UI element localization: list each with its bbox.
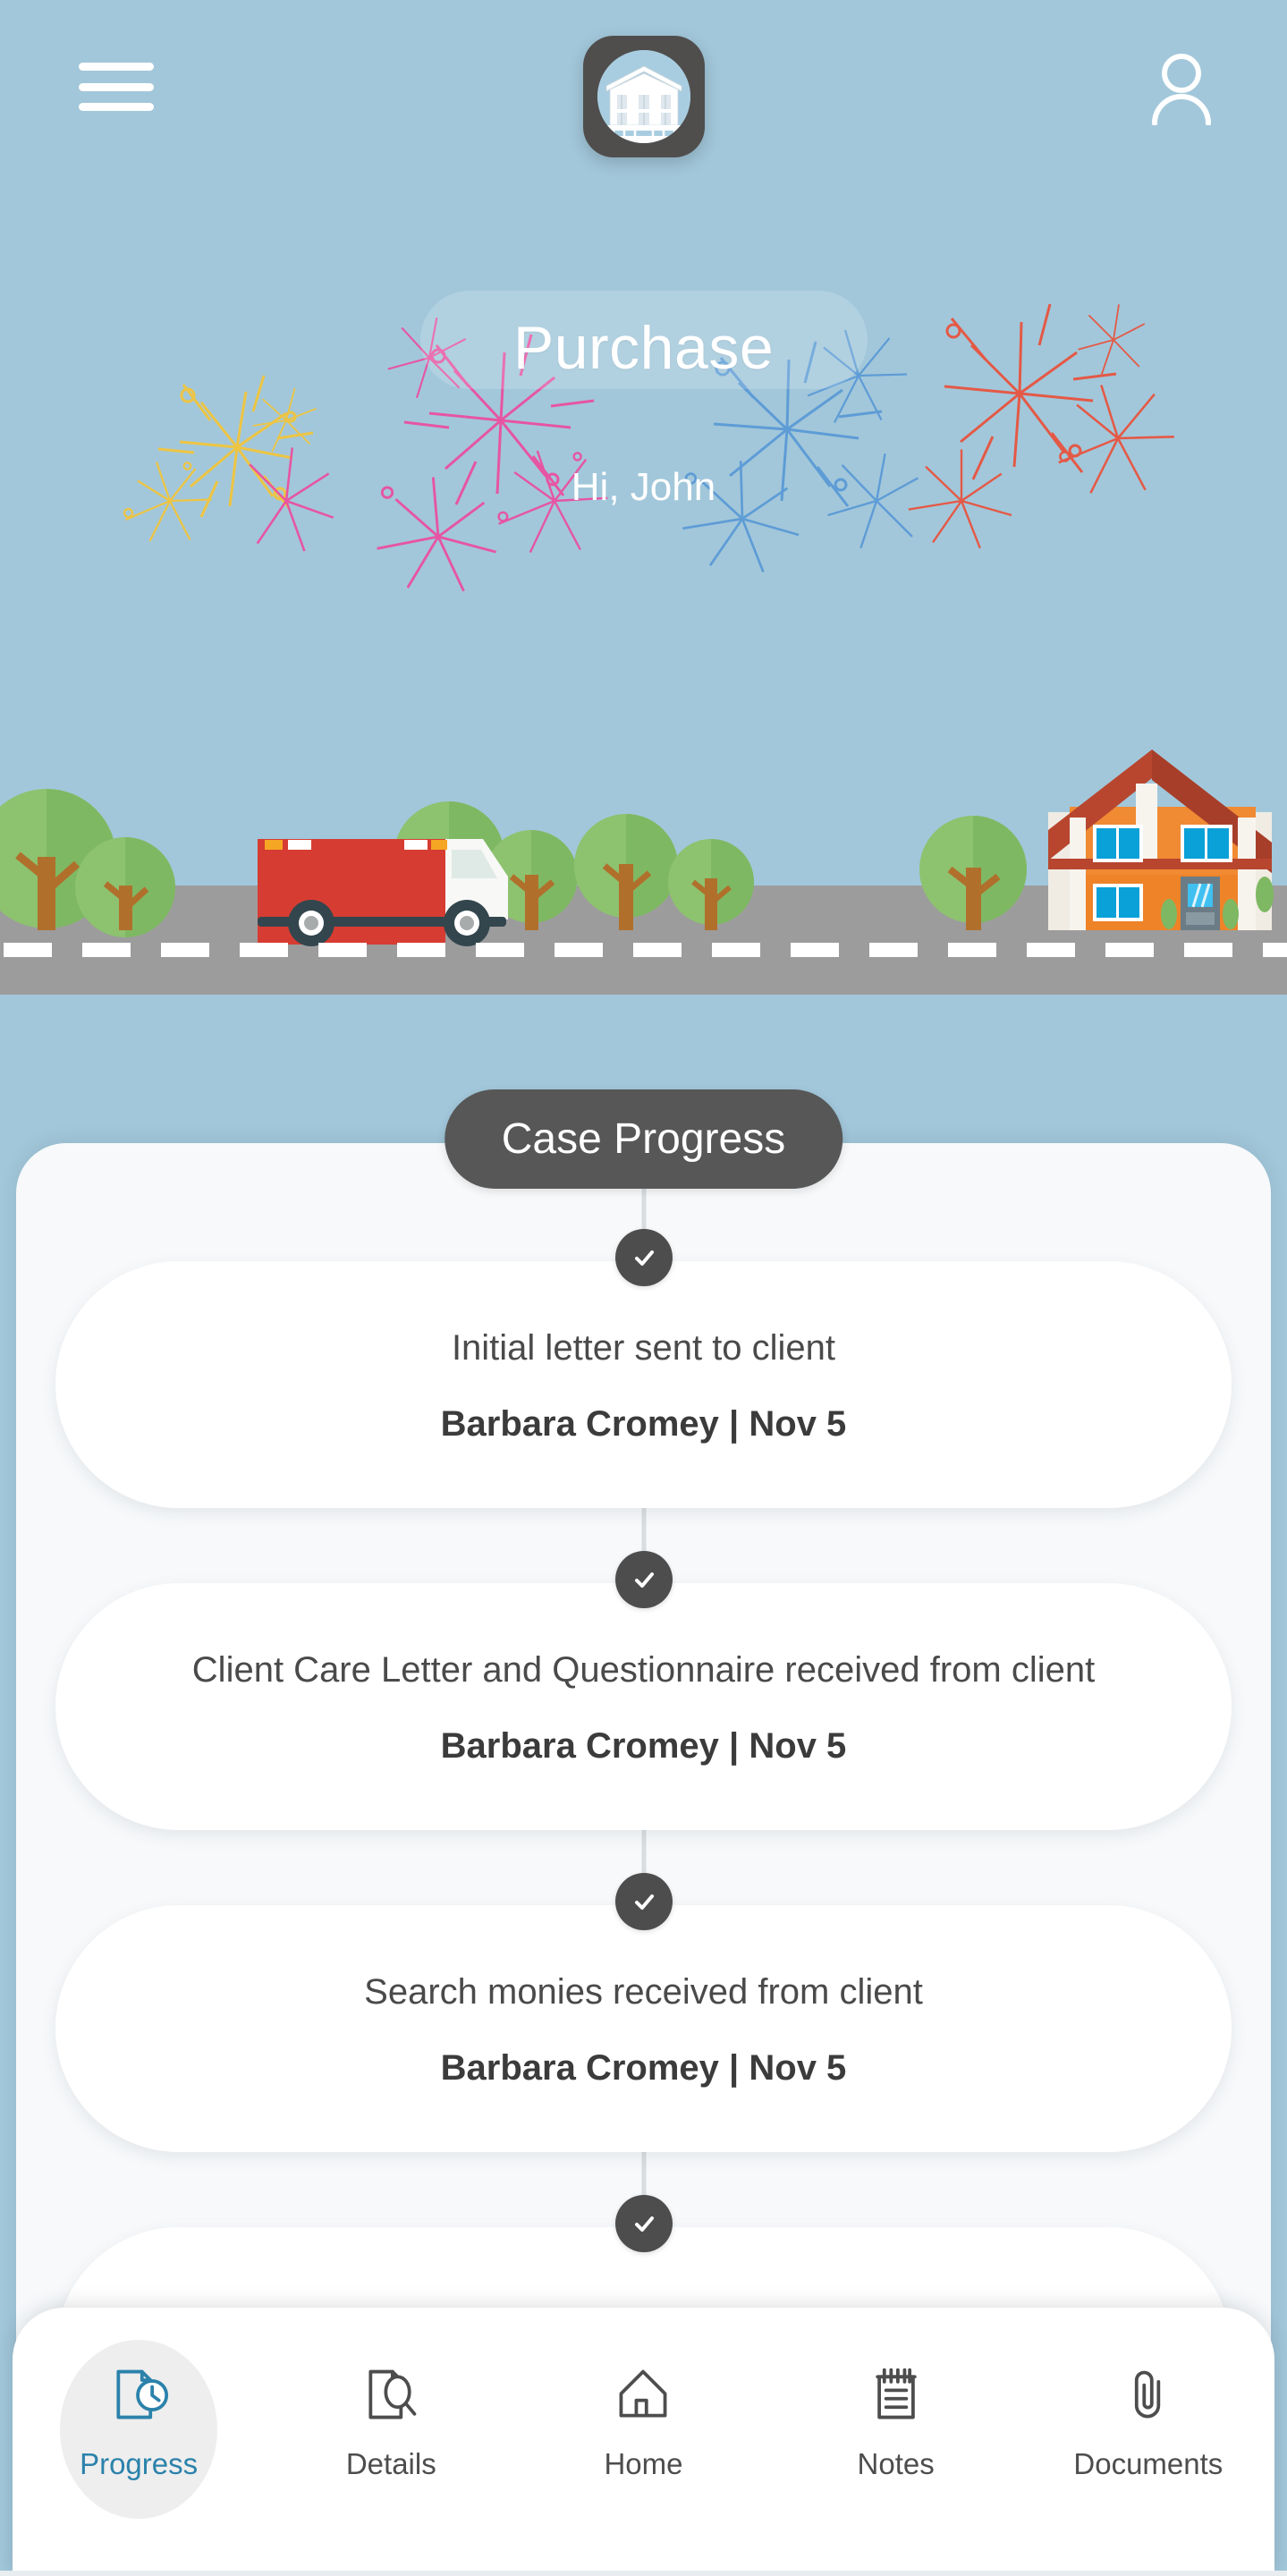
step-meta: Barbara Cromey | Nov 5 — [441, 1404, 847, 1445]
check-glyph — [634, 2216, 654, 2232]
hamburger-menu-icon[interactable] — [79, 63, 154, 111]
step-date: Nov 5 — [749, 1725, 847, 1766]
check-icon — [614, 2195, 673, 2252]
timeline-step[interactable]: Search monies received from client Barba… — [16, 1873, 1271, 2152]
page-title: Purchase — [512, 314, 775, 382]
step-title: Initial letter sent to client — [451, 1327, 836, 1368]
progress-card[interactable]: Initial letter sent to client Barbara Cr… — [55, 1261, 1232, 1508]
profile-svg — [1152, 54, 1211, 126]
step-owner: Barbara Cromey — [440, 1725, 719, 1766]
step-title: Client Care Letter and Questionnaire rec… — [191, 1649, 1096, 1690]
step-separator: | — [729, 1725, 740, 1766]
step-separator: | — [729, 1403, 740, 1444]
timeline-step[interactable]: Initial letter sent to client Barbara Cr… — [16, 1229, 1271, 1508]
document-search-svg — [368, 2369, 417, 2419]
nav-item-documents[interactable]: Documents — [1041, 2333, 1256, 2529]
app-header — [0, 0, 1287, 170]
check-glyph — [634, 1250, 654, 1266]
step-separator: | — [729, 2047, 740, 2088]
case-progress-header: Case Progress — [444, 1089, 843, 1189]
step-date: Nov 5 — [749, 2047, 847, 2088]
house-logo-icon — [597, 50, 690, 143]
document-clock-svg — [116, 2369, 169, 2419]
nav-item-notes[interactable]: Notes — [789, 2333, 1003, 2529]
paperclip-svg — [1134, 2370, 1161, 2419]
bottom-navigation-bar: Progress Details Home Notes Documents — [13, 2308, 1274, 2576]
notepad-icon — [866, 2363, 927, 2428]
house-logo-svg — [597, 50, 690, 143]
document-clock-icon — [108, 2363, 169, 2428]
progress-card[interactable]: Client Care Letter and Questionnaire rec… — [55, 1583, 1232, 1830]
nav-bottom-divider — [0, 2571, 1287, 2576]
notepad-svg — [875, 2368, 917, 2419]
step-meta: Barbara Cromey | Nov 5 — [441, 2048, 847, 2089]
nav-label-documents: Documents — [1073, 2447, 1223, 2480]
check-icon — [614, 1229, 673, 1286]
home-svg — [620, 2369, 667, 2418]
step-meta: Barbara Cromey | Nov 5 — [441, 1726, 847, 1767]
step-owner: Barbara Cromey — [440, 1403, 719, 1444]
nav-label-details: Details — [345, 2447, 436, 2480]
check-icon — [614, 1551, 673, 1608]
paperclip-icon — [1118, 2363, 1179, 2428]
nav-label-home: Home — [604, 2447, 683, 2480]
document-search-icon — [360, 2363, 421, 2428]
step-title: Search monies received from client — [364, 1971, 923, 2012]
hamburger-bar-1 — [79, 63, 154, 71]
nav-label-progress: Progress — [80, 2447, 199, 2480]
step-date: Nov 5 — [749, 1403, 847, 1444]
app-logo-button[interactable] — [582, 36, 705, 157]
hamburger-bar-3 — [79, 103, 154, 111]
check-glyph — [634, 1894, 654, 1910]
nav-item-progress[interactable]: Progress — [31, 2333, 246, 2529]
nav-item-home[interactable]: Home — [536, 2333, 750, 2529]
timeline-step[interactable]: Client Care Letter and Questionnaire rec… — [16, 1551, 1271, 1830]
user-profile-icon[interactable] — [1147, 52, 1215, 126]
greeting-text: Hi, John — [571, 465, 716, 509]
home-icon — [613, 2363, 673, 2428]
nav-item-details[interactable]: Details — [284, 2333, 498, 2529]
hamburger-bar-2 — [79, 82, 154, 91]
nav-label-notes: Notes — [857, 2447, 935, 2480]
progress-card[interactable]: Search monies received from client Barba… — [55, 1905, 1232, 2152]
check-glyph — [634, 1572, 654, 1588]
app-root: Purchase Hi, John Case Progress Initial … — [0, 0, 1287, 2576]
check-icon — [614, 1873, 673, 1930]
step-owner: Barbara Cromey — [440, 2047, 719, 2088]
